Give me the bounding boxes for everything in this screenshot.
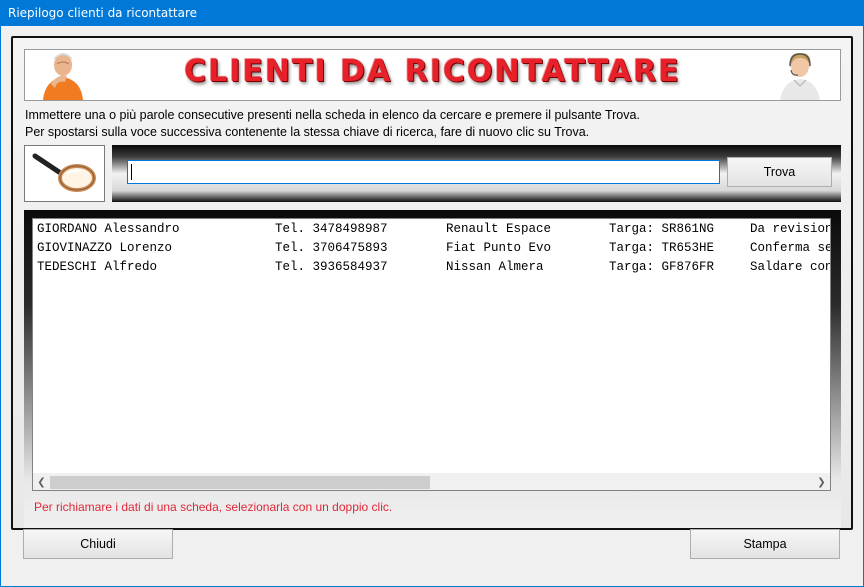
- client-phone: Tel. 3478498987: [275, 222, 388, 236]
- client-plate: Targa: SR861NG: [609, 222, 715, 236]
- client-car: Renault Espace: [446, 222, 552, 236]
- client-car: Fiat Punto Evo: [446, 241, 552, 255]
- magnifying-glass-icon: [32, 153, 96, 192]
- find-button[interactable]: Trova: [727, 157, 832, 187]
- scrollbar-thumb[interactable]: [50, 476, 430, 489]
- main-frame-inner: CLIENTI DA RICONTATTARE Immettere una o …: [13, 38, 851, 528]
- chevron-right-icon[interactable]: ❯: [813, 474, 830, 490]
- client-plate: Targa: TR653HE: [609, 241, 715, 255]
- horizontal-scrollbar[interactable]: ❮ ❯: [33, 473, 830, 490]
- client-name: GIORDANO Alessandro: [37, 222, 180, 236]
- instruction-line-1: Immettere una o più parole consecutive p…: [25, 108, 640, 122]
- main-frame: CLIENTI DA RICONTATTARE Immettere una o …: [11, 36, 853, 530]
- double-click-hint: Per richiamare i dati di una scheda, sel…: [34, 500, 393, 514]
- banner-title: CLIENTI DA RICONTATTARE: [184, 54, 681, 89]
- client-plate: Targa: GF876FR: [609, 260, 715, 274]
- client-note: Da revision: [750, 222, 830, 236]
- client-name: GIOVINAZZO Lorenzo: [37, 241, 173, 255]
- client-note: Saldare con: [750, 260, 830, 274]
- client-note: Conferma se: [750, 241, 830, 255]
- client-list[interactable]: GIORDANO Alessandro Tel. 3478498987 Rena…: [32, 218, 831, 491]
- client-phone: Tel. 3706475893: [275, 241, 388, 255]
- instruction-line-2: Per spostarsi sulla voce successiva cont…: [25, 125, 590, 139]
- operator-headset-icon: [780, 52, 820, 100]
- window-client-area: CLIENTI DA RICONTATTARE Immettere una o …: [1, 26, 863, 586]
- client-phone: Tel. 3936584937: [275, 260, 388, 274]
- client-car: Nissan Almera: [446, 260, 544, 274]
- list-item[interactable]: GIOVINAZZO Lorenzo Tel. 3706475893 Fiat …: [33, 239, 830, 258]
- search-panel: Trova: [112, 145, 841, 202]
- results-panel: GIORDANO Alessandro Tel. 3478498987 Rena…: [24, 210, 841, 528]
- list-item[interactable]: TEDESCHI Alfredo Tel. 3936584937 Nissan …: [33, 258, 830, 277]
- chevron-left-icon[interactable]: ❮: [33, 474, 50, 490]
- window-title: Riepilogo clienti da ricontattare: [0, 0, 864, 26]
- client-name: TEDESCHI Alfredo: [37, 260, 158, 274]
- search-input[interactable]: [127, 160, 720, 184]
- search-icon-box: [24, 145, 105, 202]
- close-button[interactable]: Chiudi: [23, 529, 173, 559]
- text-caret: [131, 164, 132, 180]
- header-banner: CLIENTI DA RICONTATTARE: [24, 49, 841, 101]
- list-item[interactable]: GIORDANO Alessandro Tel. 3478498987 Rena…: [33, 220, 830, 239]
- print-button[interactable]: Stampa: [690, 529, 840, 559]
